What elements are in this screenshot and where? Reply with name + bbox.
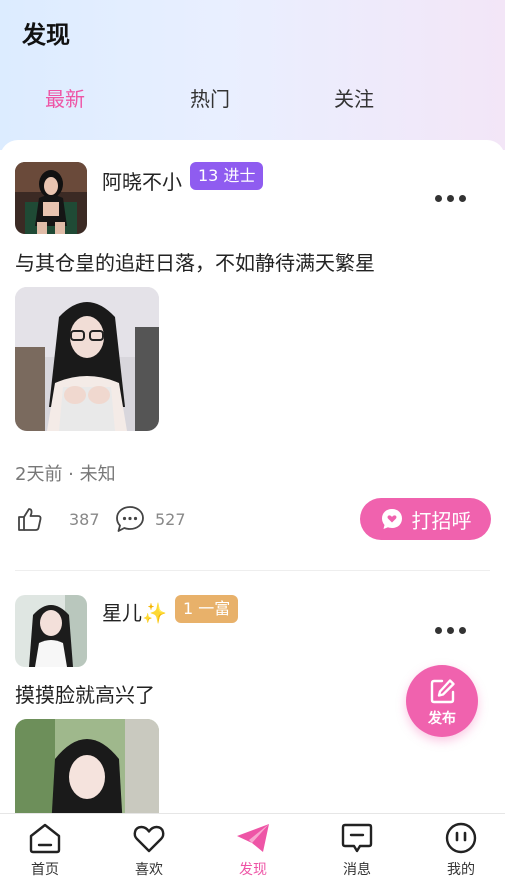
paper-plane-icon: [237, 824, 269, 852]
username[interactable]: 星儿✨: [102, 597, 167, 626]
nav-discover[interactable]: 发现: [213, 822, 293, 879]
like-button[interactable]: 387: [17, 506, 100, 532]
level-badge: 1 一富: [175, 595, 239, 623]
home-icon: [29, 823, 61, 854]
bottom-nav: 首页 喜欢 发现 消息 我的: [0, 813, 505, 879]
thumbs-up-icon: [18, 508, 42, 531]
page-title: 发现: [22, 21, 70, 49]
profile-face-icon: [445, 822, 477, 854]
nav-label: 喜欢: [135, 862, 163, 878]
nav-label: 消息: [343, 862, 371, 878]
nav-message[interactable]: 消息: [317, 822, 397, 879]
more-options-icon[interactable]: [435, 192, 469, 204]
sparkle-emoji: ✨: [142, 601, 167, 625]
username-text: 星儿: [102, 601, 142, 625]
comment-icon: [116, 506, 144, 532]
publish-label: 发布: [428, 711, 456, 727]
comment-count: 527: [155, 509, 186, 529]
header-background: 发现 最新 热门 关注: [0, 0, 505, 150]
heart-icon: [133, 825, 165, 853]
level-badge: 13 进士: [190, 162, 264, 190]
nav-label: 首页: [31, 862, 59, 878]
nav-home[interactable]: 首页: [5, 822, 85, 879]
avatar[interactable]: [15, 595, 87, 667]
post-text: 与其仓皇的追赶日落，不如静待满天繁星: [15, 251, 375, 275]
post-photo[interactable]: [15, 287, 159, 431]
avatar[interactable]: [15, 162, 87, 234]
post-meta: 2天前 · 未知: [15, 464, 116, 485]
nav-label: 我的: [447, 862, 475, 878]
username[interactable]: 阿晓不小: [102, 166, 182, 195]
greet-button[interactable]: 打招呼: [360, 498, 491, 540]
post-photo[interactable]: [15, 719, 159, 813]
like-count: 387: [69, 509, 100, 529]
comment-button[interactable]: 527: [115, 505, 186, 533]
tab-hot[interactable]: 热门: [190, 83, 230, 112]
tab-follow[interactable]: 关注: [334, 83, 374, 112]
nav-label: 发现: [239, 862, 267, 878]
nav-mine[interactable]: 我的: [421, 822, 501, 879]
publish-button[interactable]: 发布: [406, 665, 478, 737]
tab-latest[interactable]: 最新: [45, 83, 85, 112]
edit-icon: [430, 679, 455, 704]
post-text: 摸摸脸就高兴了: [15, 683, 155, 707]
nav-like[interactable]: 喜欢: [109, 822, 189, 879]
greet-label: 打招呼: [411, 508, 472, 533]
heart-chat-icon: [381, 509, 402, 529]
more-options-icon[interactable]: [435, 624, 469, 636]
message-icon: [341, 823, 373, 853]
feed-post: 阿晓不小 13 进士 与其仓皇的追赶日落，不如静待满天繁星 2天前 · 未知 3…: [0, 140, 505, 570]
